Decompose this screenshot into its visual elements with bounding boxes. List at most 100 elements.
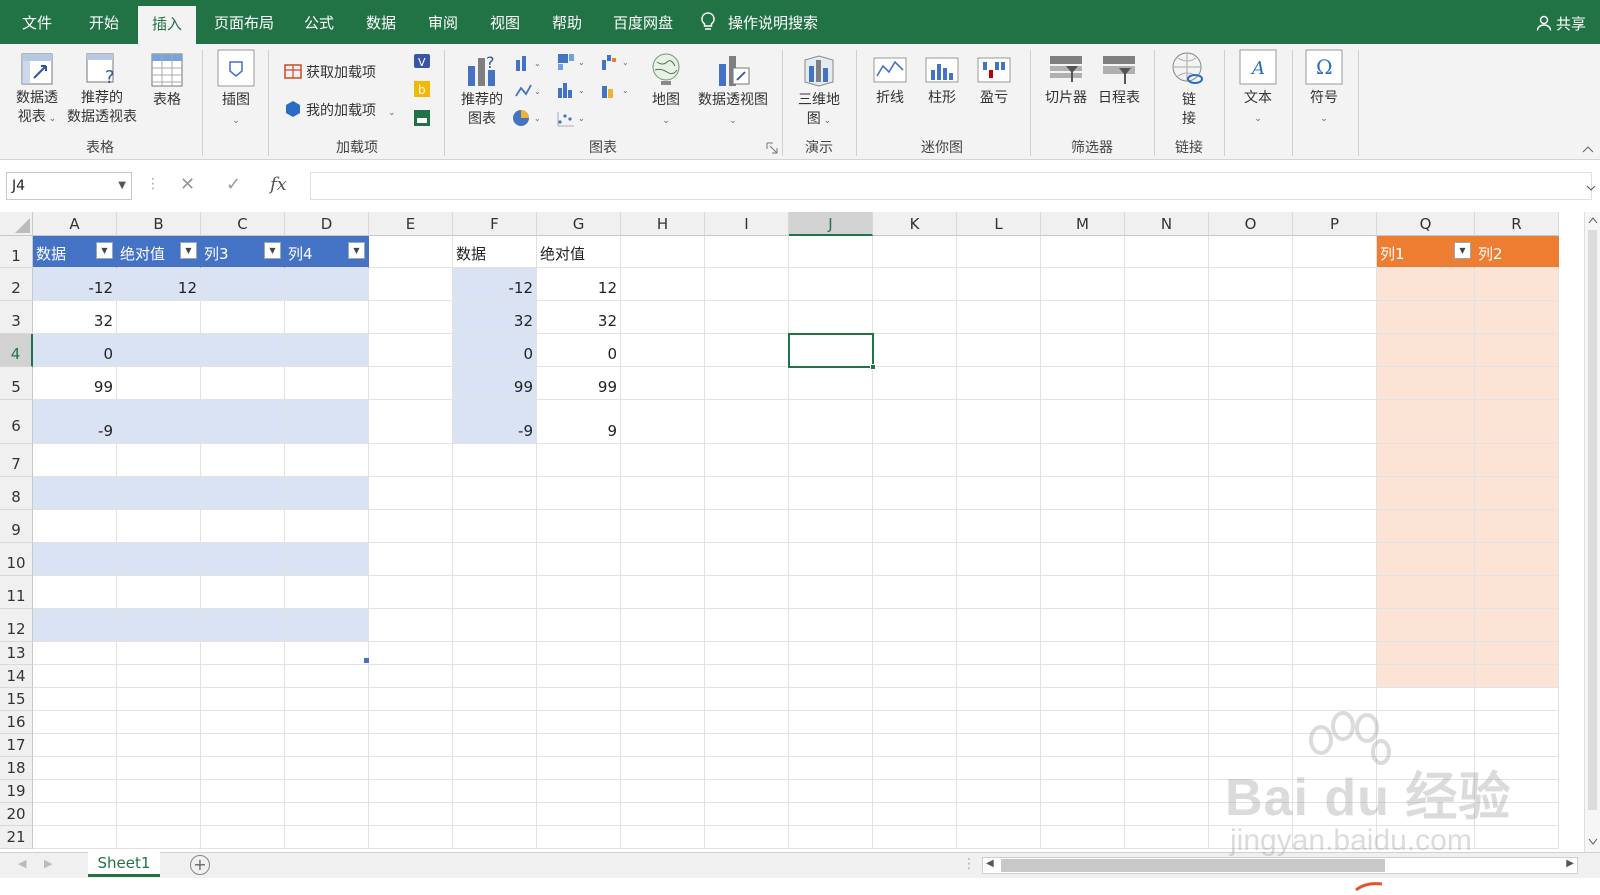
cell[interactable]: [789, 444, 873, 477]
table1-cell[interactable]: [285, 400, 369, 444]
table3-cell[interactable]: [1377, 444, 1475, 477]
cell[interactable]: [369, 367, 453, 400]
table1-cell[interactable]: [117, 477, 201, 510]
tab-page-layout[interactable]: 页面布局: [204, 0, 284, 44]
row-header[interactable]: 2: [0, 268, 33, 301]
filter-dropdown-icon[interactable]: ▼: [348, 242, 365, 259]
cell[interactable]: [705, 236, 789, 268]
fill-handle[interactable]: [870, 364, 876, 370]
row-header[interactable]: 9: [0, 510, 33, 543]
cell[interactable]: [621, 734, 705, 757]
cell[interactable]: [1209, 444, 1293, 477]
row-header[interactable]: 5: [0, 367, 33, 400]
cell[interactable]: [537, 826, 621, 849]
cell[interactable]: [873, 826, 957, 849]
cell[interactable]: [621, 711, 705, 734]
cell[interactable]: [1209, 236, 1293, 268]
cell[interactable]: [1125, 803, 1209, 826]
cell[interactable]: [873, 543, 957, 576]
table3-cell[interactable]: [1475, 642, 1559, 665]
cell[interactable]: [705, 803, 789, 826]
table3-cell[interactable]: [1377, 576, 1475, 609]
tab-insert[interactable]: 插入: [138, 6, 196, 44]
tab-review[interactable]: 审阅: [418, 0, 468, 44]
cell[interactable]: [201, 826, 285, 849]
cell[interactable]: [537, 444, 621, 477]
cell[interactable]: [1209, 780, 1293, 803]
column-header[interactable]: G: [537, 212, 621, 236]
cell[interactable]: [201, 711, 285, 734]
cell[interactable]: [957, 576, 1041, 609]
cell[interactable]: [453, 510, 537, 543]
cell[interactable]: [1475, 780, 1559, 803]
cell[interactable]: [1041, 688, 1125, 711]
cell[interactable]: [1125, 444, 1209, 477]
cell[interactable]: [957, 400, 1041, 444]
table3-cell[interactable]: [1377, 543, 1475, 576]
table3-cell[interactable]: [1377, 609, 1475, 642]
row-header[interactable]: 11: [0, 576, 33, 609]
column-header[interactable]: J: [789, 212, 873, 236]
cell[interactable]: [621, 510, 705, 543]
cell[interactable]: [1209, 665, 1293, 688]
cell[interactable]: [1125, 609, 1209, 642]
table2-header[interactable]: 绝对值: [537, 236, 621, 268]
table3-cell[interactable]: [1475, 367, 1559, 400]
table1-cell[interactable]: [33, 477, 117, 510]
filter-dropdown-icon[interactable]: ▼: [180, 242, 197, 259]
table1-cell[interactable]: [285, 576, 369, 609]
cell[interactable]: [285, 642, 369, 665]
cell[interactable]: [957, 510, 1041, 543]
vertical-scrollbar[interactable]: [1584, 212, 1600, 852]
cell[interactable]: [1293, 477, 1377, 510]
people-graph-icon[interactable]: [412, 108, 432, 128]
cell[interactable]: [1293, 236, 1377, 268]
cell[interactable]: [957, 543, 1041, 576]
visio-icon[interactable]: V: [412, 52, 432, 70]
row-header[interactable]: 6: [0, 400, 33, 444]
3d-map-button[interactable]: 三维地 图 ⌄: [792, 52, 846, 131]
cell[interactable]: [789, 803, 873, 826]
row-header[interactable]: 17: [0, 734, 33, 757]
column-header[interactable]: R: [1475, 212, 1559, 236]
cell[interactable]: [1209, 803, 1293, 826]
tab-data[interactable]: 数据: [356, 0, 406, 44]
cell[interactable]: [1041, 301, 1125, 334]
filter-dropdown-icon[interactable]: ▼: [1454, 242, 1471, 259]
cell[interactable]: [621, 334, 705, 367]
cell[interactable]: [705, 334, 789, 367]
cell[interactable]: [1209, 510, 1293, 543]
cell[interactable]: [537, 780, 621, 803]
cell[interactable]: [1293, 642, 1377, 665]
table1-cell[interactable]: [285, 444, 369, 477]
table1-cell[interactable]: -12: [33, 268, 117, 301]
cell[interactable]: [1293, 609, 1377, 642]
scroll-up-icon[interactable]: [1588, 216, 1598, 224]
cell[interactable]: [369, 510, 453, 543]
horizontal-scroll-thumb[interactable]: [1001, 859, 1385, 872]
hierarchy-chart-icon[interactable]: ⌄: [556, 52, 586, 72]
pivot-chart-button[interactable]: 数据透视图 ⌄: [692, 52, 774, 131]
row-header[interactable]: 10: [0, 543, 33, 576]
cell[interactable]: [369, 609, 453, 642]
table1-cell[interactable]: [33, 543, 117, 576]
cell[interactable]: [1209, 367, 1293, 400]
cell[interactable]: [621, 665, 705, 688]
cell[interactable]: [1209, 642, 1293, 665]
table3-cell[interactable]: [1475, 576, 1559, 609]
cell[interactable]: [873, 367, 957, 400]
column-header[interactable]: D: [285, 212, 369, 236]
cell[interactable]: [1377, 734, 1475, 757]
cell[interactable]: [705, 268, 789, 301]
table1-cell[interactable]: [201, 367, 285, 400]
cell[interactable]: [537, 477, 621, 510]
split-handle-icon[interactable]: ⋮: [962, 856, 976, 872]
column-header[interactable]: K: [873, 212, 957, 236]
cell[interactable]: [33, 711, 117, 734]
recommended-charts-button[interactable]: ? 推荐的 图表: [454, 52, 510, 129]
worksheet-grid[interactable]: ABCDEFGHIJKLMNOPQR 1 2 3 4 5 6 7 8 9 10 11 12 13 14 15…: [0, 212, 1600, 852]
cell[interactable]: [873, 444, 957, 477]
row-header[interactable]: 7: [0, 444, 33, 477]
cell[interactable]: [453, 803, 537, 826]
cell[interactable]: [873, 268, 957, 301]
